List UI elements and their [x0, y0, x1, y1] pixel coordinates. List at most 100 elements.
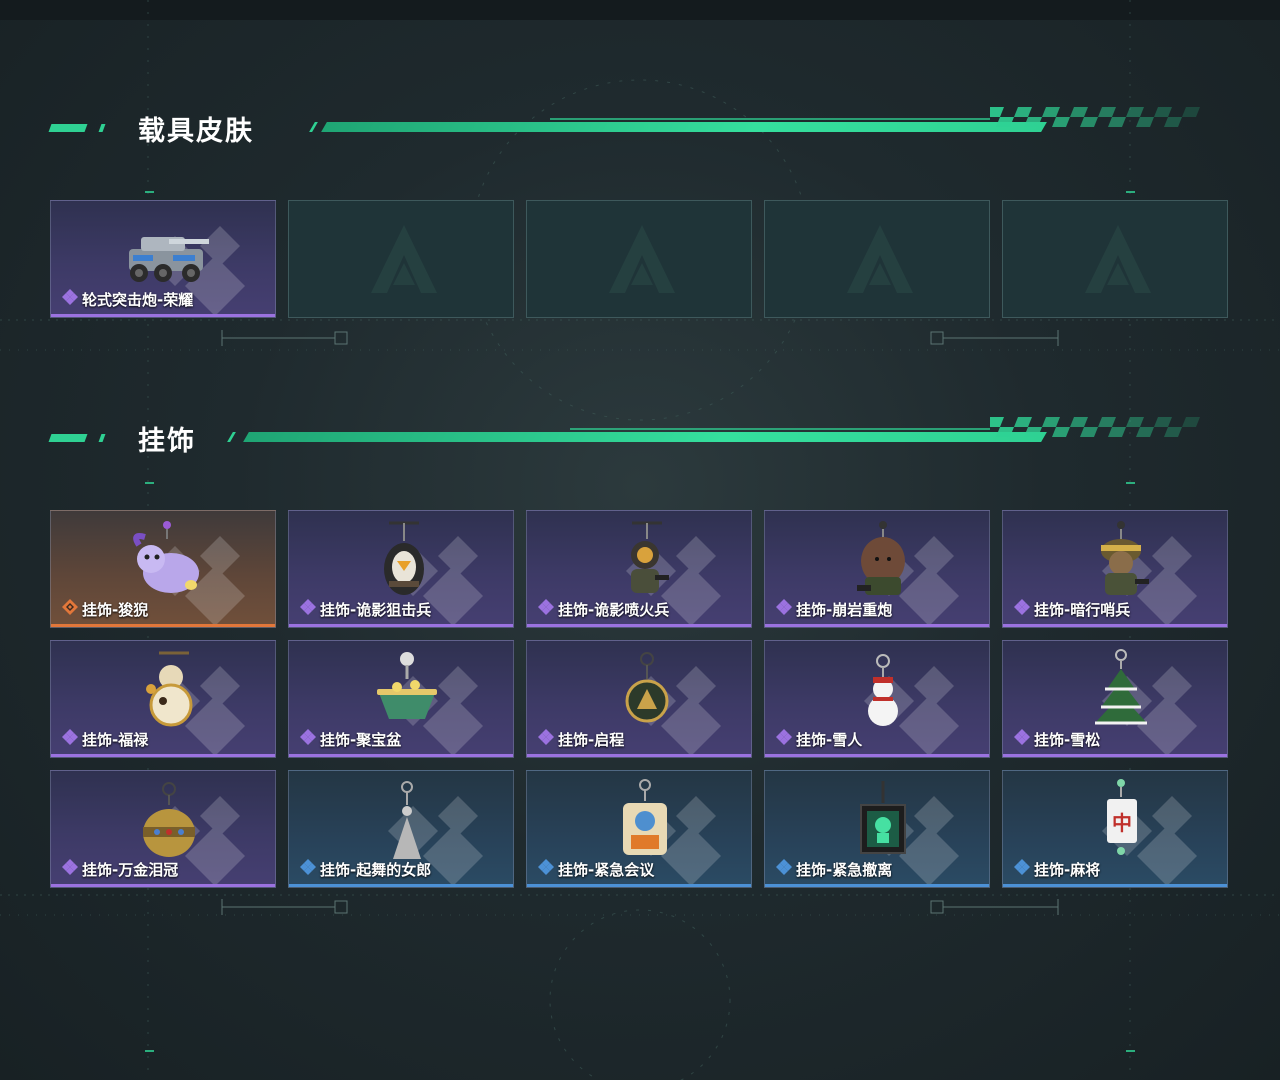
rarity-diamond-icon: [1013, 858, 1034, 880]
rarity-diamond-icon: [1013, 598, 1034, 620]
sniper-pendant-icon: [384, 521, 424, 595]
card-label-row: 挂饰-聚宝盆: [299, 728, 401, 750]
mahjong-pendant-icon: 中: [1107, 779, 1137, 855]
rarity-diamond-icon: [1013, 728, 1034, 750]
header-rail-tick: [227, 432, 236, 442]
treasure-bowl-pendant-icon: [377, 652, 437, 719]
svg-text:中: 中: [1112, 811, 1132, 835]
item-card[interactable]: 挂饰-起舞的女郎: [288, 770, 514, 888]
header-rail-tick: [309, 122, 318, 132]
rarity-underline: [289, 624, 513, 627]
rarity-underline: [765, 624, 989, 627]
rarity-underline: [51, 624, 275, 627]
card-label: 挂饰-麻将: [1034, 860, 1101, 879]
card-label-row: 挂饰-暗行哨兵: [1013, 598, 1130, 620]
rarity-diamond-icon: [61, 598, 82, 620]
rarity-diamond-icon: [299, 858, 320, 880]
empty-slot-card[interactable]: [1002, 200, 1228, 318]
rarity-underline: [289, 754, 513, 757]
sentinel-pendant-icon: [1101, 521, 1149, 595]
rarity-diamond-icon: [61, 288, 82, 310]
card-label: 挂饰-启程: [558, 730, 625, 749]
placeholder-logo-icon: [371, 225, 437, 293]
header-accent-dash: [48, 434, 88, 442]
header-accent-tick: [98, 124, 106, 132]
item-card[interactable]: 挂饰-紧急撤离: [764, 770, 990, 888]
rarity-diamond-icon: [299, 728, 320, 750]
armored-vehicle-icon: [129, 237, 209, 282]
card-label-row: 挂饰-起舞的女郎: [299, 858, 431, 880]
top-bar: [0, 0, 1280, 20]
card-label: 轮式突击炮-荣耀: [82, 290, 194, 309]
card-label: 挂饰-万金泪冠: [82, 860, 179, 879]
card-label-row: 挂饰-万金泪冠: [61, 858, 178, 880]
meeting-pendant-icon: [623, 779, 667, 855]
rarity-underline: [51, 314, 275, 317]
header-rail: [243, 432, 1047, 442]
item-card[interactable]: 挂饰-聚宝盆: [288, 640, 514, 758]
card-label-row: 挂饰-启程: [537, 728, 624, 750]
rarity-diamond-icon: [299, 598, 320, 620]
evacuation-pendant-icon: [860, 781, 906, 854]
rarity-underline: [1003, 624, 1227, 627]
section-title-vehicle-skins: 载具皮肤: [138, 116, 254, 147]
rarity-diamond-icon: [537, 598, 558, 620]
header-checker-pattern: [990, 107, 1200, 127]
card-label: 挂饰-雪松: [1034, 730, 1101, 749]
rarity-underline: [1003, 754, 1227, 757]
item-card[interactable]: 挂饰-诡影狙击兵: [288, 510, 514, 628]
rarity-diamond-icon: [537, 728, 558, 750]
card-label-row: 挂饰-狻猊: [61, 598, 148, 620]
card-label-row: 挂饰-紧急撤离: [775, 858, 892, 880]
card-label-row: 挂饰-紧急会议: [537, 858, 654, 880]
header-rail-thin: [550, 118, 990, 120]
placeholder-logo-icon: [1085, 225, 1151, 293]
card-label: 挂饰-暗行哨兵: [1034, 600, 1131, 619]
item-card[interactable]: 挂饰-崩岩重炮: [764, 510, 990, 628]
card-label: 挂饰-起舞的女郎: [320, 860, 432, 879]
suanni-pendant-icon: [133, 521, 199, 593]
header-rail-thin: [570, 428, 990, 430]
item-card[interactable]: 挂饰-雪人: [764, 640, 990, 758]
header-accent-tick: [98, 434, 106, 442]
medallion-pendant-icon: [625, 652, 669, 723]
empty-slot-card[interactable]: [764, 200, 990, 318]
item-card[interactable]: 挂饰-万金泪冠: [50, 770, 276, 888]
pine-tree-pendant-icon: [1095, 649, 1147, 725]
section-divider: [221, 899, 1059, 915]
crown-pendant-icon: [143, 782, 195, 857]
item-card[interactable]: 中挂饰-麻将: [1002, 770, 1228, 888]
item-card[interactable]: 轮式突击炮-荣耀: [50, 200, 276, 318]
item-card[interactable]: 挂饰-狻猊: [50, 510, 276, 628]
gourd-pendant-icon: [146, 651, 193, 727]
header-checker-pattern: [990, 417, 1200, 437]
item-card[interactable]: 挂饰-诡影喷火兵: [526, 510, 752, 628]
placeholder-logo-icon: [847, 225, 913, 293]
item-card[interactable]: 挂饰-暗行哨兵: [1002, 510, 1228, 628]
snowman-pendant-icon: [868, 654, 898, 726]
item-card[interactable]: 挂饰-启程: [526, 640, 752, 758]
placeholder-logo-icon: [609, 225, 675, 293]
card-label-row: 轮式突击炮-荣耀: [61, 288, 193, 310]
item-card[interactable]: 挂饰-福禄: [50, 640, 276, 758]
card-label: 挂饰-紧急会议: [558, 860, 655, 879]
vehicle-skins-header: 载具皮肤: [48, 107, 1200, 147]
empty-slot-card[interactable]: [288, 200, 514, 318]
rarity-diamond-icon: [775, 598, 796, 620]
item-card[interactable]: 挂饰-紧急会议: [526, 770, 752, 888]
rarity-underline: [527, 754, 751, 757]
rarity-diamond-icon: [537, 858, 558, 880]
card-label: 挂饰-雪人: [796, 730, 863, 749]
card-label-row: 挂饰-诡影狙击兵: [299, 598, 431, 620]
card-label: 挂饰-诡影狙击兵: [320, 600, 432, 619]
rarity-diamond-icon: [775, 728, 796, 750]
rarity-diamond-icon: [61, 858, 82, 880]
card-label-row: 挂饰-崩岩重炮: [775, 598, 892, 620]
card-label-row: 挂饰-诡影喷火兵: [537, 598, 669, 620]
card-label: 挂饰-狻猊: [82, 600, 149, 619]
card-label: 挂饰-聚宝盆: [320, 730, 402, 749]
header-accent-dash: [48, 124, 88, 132]
item-card[interactable]: 挂饰-雪松: [1002, 640, 1228, 758]
card-label-row: 挂饰-福禄: [61, 728, 148, 750]
empty-slot-card[interactable]: [526, 200, 752, 318]
